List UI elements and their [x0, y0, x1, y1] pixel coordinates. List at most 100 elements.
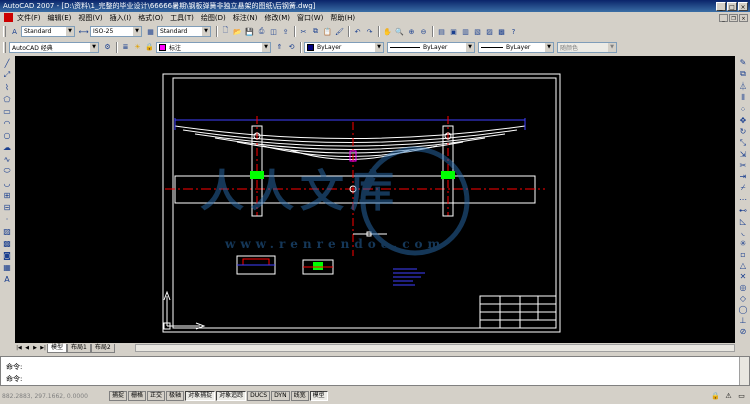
command-prompt[interactable]: 命令: — [6, 374, 22, 384]
design-center-icon[interactable]: ▣ — [448, 26, 459, 37]
snap-intersection-icon[interactable]: ✕ — [738, 272, 749, 281]
horizontal-scrollbar[interactable] — [135, 344, 735, 352]
menu-draw[interactable]: 绘图(D) — [201, 13, 226, 23]
match-properties-icon[interactable]: 🖌 — [334, 26, 345, 37]
tab-layout2[interactable]: 布局2 — [90, 343, 115, 353]
menu-modify[interactable]: 修改(M) — [264, 13, 290, 23]
rectangle-icon[interactable]: ▭ — [2, 106, 13, 116]
menu-view[interactable]: 视图(V) — [78, 13, 102, 23]
layer-manager-icon[interactable]: ≣ — [120, 42, 131, 53]
revision-cloud-icon[interactable]: ☁ — [2, 142, 13, 152]
paste-icon[interactable]: 📋 — [322, 26, 333, 37]
snap-quadrant-icon[interactable]: ◇ — [738, 294, 749, 303]
redo-icon[interactable]: ↷ — [364, 26, 375, 37]
snap-center-icon[interactable]: ◎ — [738, 283, 749, 292]
app-icon[interactable] — [4, 13, 13, 22]
make-current-icon[interactable]: ⇑ — [274, 42, 285, 53]
rotate-icon[interactable]: ↻ — [738, 127, 749, 136]
trim-icon[interactable]: ✂ — [738, 161, 749, 170]
markup-icon[interactable]: ▨ — [484, 26, 495, 37]
break-at-point-icon[interactable]: ⌿ — [738, 183, 749, 193]
gradient-icon[interactable]: ▩ — [2, 238, 13, 248]
menu-edit[interactable]: 编辑(E) — [48, 13, 72, 23]
workspace-select[interactable]: AutoCAD 经典 ▼ — [9, 41, 99, 53]
snap-tangent-icon[interactable]: ◯ — [738, 305, 749, 314]
next-tab-icon[interactable]: ▶ — [31, 344, 39, 352]
open-file-icon[interactable]: 📂 — [232, 26, 243, 37]
copy-icon[interactable]: ⧉ — [310, 26, 321, 37]
clean-screen-icon[interactable]: ▭ — [737, 392, 746, 401]
menu-help[interactable]: 帮助(H) — [330, 13, 355, 23]
zoom-previous-icon[interactable]: ⊖ — [418, 26, 429, 37]
array-icon[interactable]: ⁘ — [738, 105, 749, 114]
menu-file[interactable]: 文件(F) — [17, 13, 41, 23]
lineweight-toggle[interactable]: 线宽 — [290, 391, 309, 401]
text-style-select[interactable]: Standard ▼ — [21, 26, 75, 37]
menu-window[interactable]: 窗口(W) — [297, 13, 323, 23]
zoom-window-icon[interactable]: ⊕ — [406, 26, 417, 37]
dim-style-select[interactable]: ISO-25 ▼ — [90, 26, 142, 37]
plotstyle-select[interactable]: 随颜色 ▼ — [557, 41, 617, 53]
snap-midpoint-icon[interactable]: △ — [738, 261, 749, 270]
new-file-icon[interactable]: 🗋 — [220, 26, 231, 37]
polyline-icon[interactable]: ⌇ — [2, 82, 13, 92]
close-button[interactable]: × — [738, 1, 748, 11]
break-icon[interactable]: ⋯ — [738, 195, 749, 204]
ellipse-icon[interactable]: ⬭ — [2, 166, 13, 176]
ducs-toggle[interactable]: DUCS — [247, 391, 271, 401]
move-icon[interactable]: ✥ — [738, 116, 749, 125]
ellipse-arc-icon[interactable]: ◡ — [2, 178, 13, 188]
tab-model[interactable]: 模型 — [47, 343, 68, 353]
prev-tab-icon[interactable]: ◀ — [23, 344, 31, 352]
drawing-canvas[interactable]: 人人文库 www.renrendoc.com — [15, 56, 735, 343]
dyn-toggle[interactable]: DYN — [271, 391, 290, 401]
point-icon[interactable]: · — [2, 214, 13, 224]
copy-object-icon[interactable]: ⧉ — [738, 69, 749, 79]
explode-icon[interactable]: ✳ — [738, 239, 749, 248]
scale-icon[interactable]: ⤡ — [738, 138, 749, 148]
multiline-text-icon[interactable]: A — [2, 274, 13, 284]
cut-icon[interactable]: ✂ — [298, 26, 309, 37]
make-block-icon[interactable]: ⊟ — [2, 202, 13, 212]
spline-icon[interactable]: ∿ — [2, 154, 13, 164]
calculator-icon[interactable]: ▩ — [496, 26, 507, 37]
preview-icon[interactable]: ◫ — [268, 26, 279, 37]
menu-tools[interactable]: 工具(T) — [170, 13, 194, 23]
pan-icon[interactable]: ✋ — [382, 26, 393, 37]
workspace-settings-icon[interactable]: ⚙ — [102, 42, 113, 53]
snap-toggle[interactable]: 捕捉 — [109, 391, 128, 401]
menu-dimension[interactable]: 标注(N) — [233, 13, 258, 23]
polar-toggle[interactable]: 极轴 — [166, 391, 185, 401]
snap-perpendicular-icon[interactable]: ⊥ — [738, 316, 749, 325]
erase-icon[interactable]: ✎ — [738, 58, 749, 67]
otrack-toggle[interactable]: 对象追踪 — [216, 391, 247, 401]
undo-icon[interactable]: ↶ — [352, 26, 363, 37]
menu-insert[interactable]: 插入(I) — [110, 13, 132, 23]
color-select[interactable]: ByLayer ▼ — [304, 41, 384, 53]
first-tab-icon[interactable]: |◀ — [15, 344, 23, 352]
properties-icon[interactable]: ▤ — [436, 26, 447, 37]
layer-select[interactable]: 标注 ▼ — [156, 41, 271, 53]
layer-previous-icon[interactable]: ⟲ — [286, 42, 297, 53]
chamfer-icon[interactable]: ◺ — [738, 217, 749, 226]
construction-line-icon[interactable]: ⤢ — [2, 70, 13, 80]
command-scrollbar[interactable] — [739, 357, 749, 385]
circle-icon[interactable]: ○ — [2, 130, 13, 140]
snap-none-icon[interactable]: ⊘ — [738, 327, 749, 336]
lineweight-select[interactable]: ByLayer ▼ — [478, 41, 554, 53]
fillet-icon[interactable]: ◟ — [738, 228, 749, 237]
help-icon[interactable]: ? — [508, 26, 519, 37]
mirror-icon[interactable]: ⏃ — [738, 81, 749, 91]
tool-palettes-icon[interactable]: ▥ — [460, 26, 471, 37]
table-icon[interactable]: ▦ — [2, 262, 13, 272]
extend-icon[interactable]: ⇥ — [738, 172, 749, 181]
doc-close-button[interactable]: × — [739, 13, 748, 22]
annotation-icon[interactable]: ⚠ — [724, 392, 733, 401]
polygon-icon[interactable]: ⬠ — [2, 94, 13, 104]
lock-icon[interactable]: 🔒 — [711, 392, 720, 401]
maximize-button[interactable]: □ — [727, 1, 737, 11]
menu-format[interactable]: 格式(O) — [138, 13, 163, 23]
linetype-select[interactable]: ByLayer ▼ — [387, 41, 475, 53]
last-tab-icon[interactable]: ▶| — [39, 344, 47, 352]
snap-endpoint-icon[interactable]: ▫ — [738, 250, 749, 259]
